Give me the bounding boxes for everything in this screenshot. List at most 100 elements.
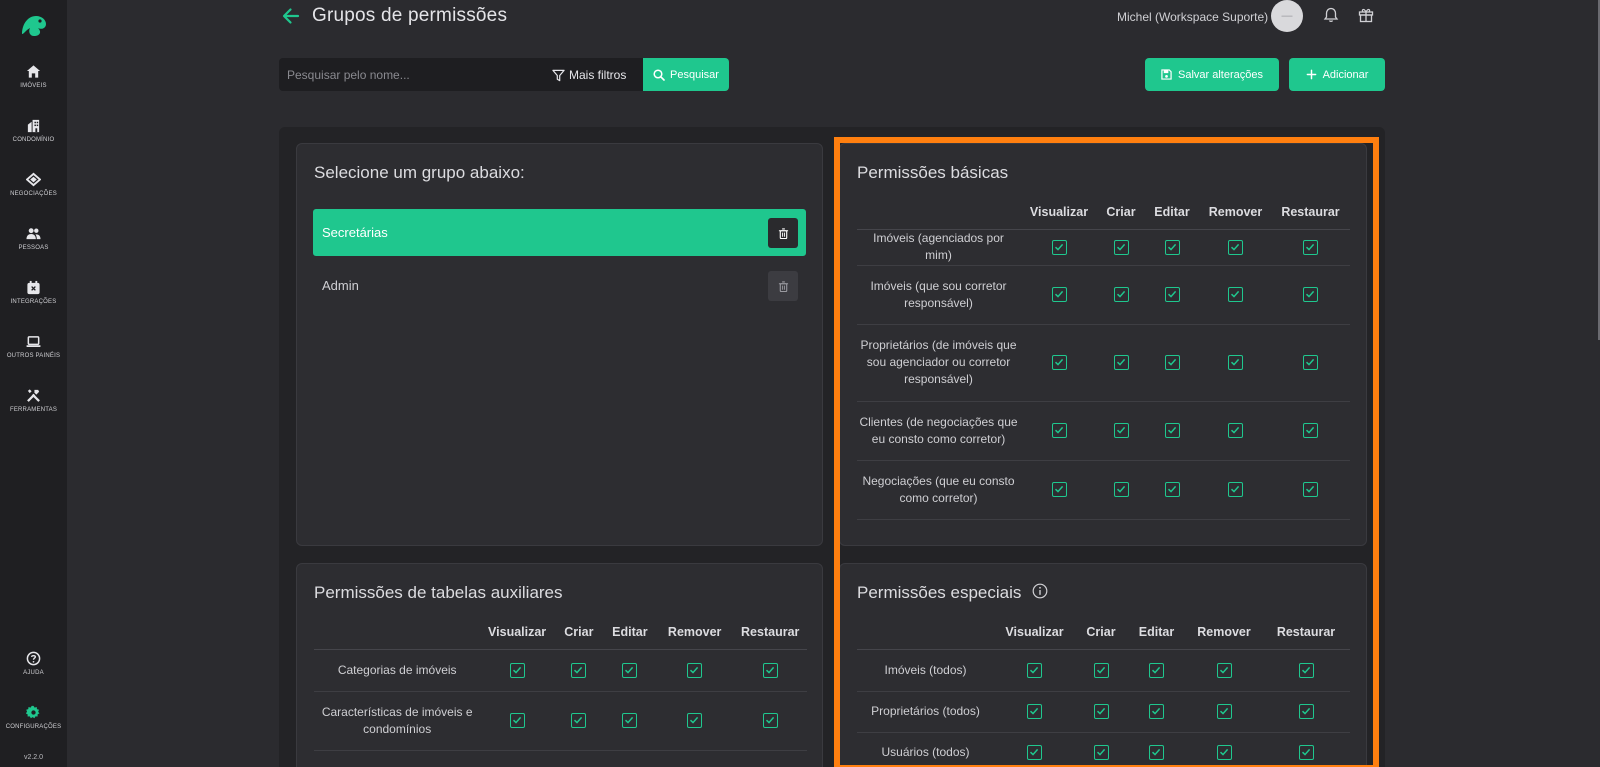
checkbox-restaurar[interactable] [762,713,778,729]
special-permissions-card: Permissões especiais Visualizar Criar Edit… [839,563,1367,767]
tools-icon [27,389,40,402]
permission-cell [1020,460,1098,520]
filter-icon [552,69,565,81]
sidebar-item-condominio[interactable]: CONDOMÍNIO [0,118,67,143]
checkbox-restaurar[interactable] [1298,704,1314,720]
more-filters-label: Mais filtros [569,68,627,82]
sidebar-item-ferramentas[interactable]: FERRAMENTAS [0,388,67,413]
checkbox-editar[interactable] [1149,704,1164,720]
checkbox-restaurar[interactable] [762,662,778,678]
checkbox-visualizar[interactable] [1027,662,1042,678]
checkbox-criar[interactable] [1113,482,1129,498]
group-item-secretarias[interactable]: Secretárias [313,209,806,256]
gift-icon[interactable] [1358,7,1374,23]
checkbox-editar[interactable] [1164,239,1180,255]
back-arrow-icon[interactable] [281,6,301,26]
sidebar-item-outros-paineis[interactable]: OUTROS PAINÉIS [0,334,67,359]
search-button-label: Pesquisar [670,68,719,81]
checkbox-remover[interactable] [687,713,703,729]
add-button[interactable]: Adicionar [1289,58,1385,91]
permission-cell [480,691,554,751]
check-icon [1305,359,1315,367]
search-button[interactable]: Pesquisar [643,58,729,91]
sidebar-item-integracoes[interactable]: INTEGRAÇÕES [0,280,67,305]
search-input[interactable] [287,58,537,91]
avatar[interactable]: — [1271,0,1303,32]
checkbox-remover[interactable] [687,662,703,678]
checkbox-restaurar[interactable] [1298,662,1314,678]
checkbox-editar[interactable] [1164,355,1180,371]
sidebar-item-configuracoes[interactable]: CONFIGURAÇÕES [0,705,67,730]
checkbox-restaurar[interactable] [1298,745,1314,761]
checkbox-remover[interactable] [1228,239,1243,255]
checkbox-criar[interactable] [571,713,587,729]
checkbox-remover[interactable] [1228,423,1243,439]
checkbox-remover[interactable] [1228,482,1243,498]
check-icon [1230,486,1240,494]
checkbox-criar[interactable] [1113,287,1129,303]
checkbox-visualizar[interactable] [1027,704,1042,720]
checkbox-editar[interactable] [1149,662,1164,678]
checkbox-criar[interactable] [1113,239,1129,255]
checkbox-criar[interactable] [1093,745,1109,761]
checkbox-restaurar[interactable] [1303,355,1318,371]
sidebar-item-ajuda[interactable]: AJUDA [0,651,67,676]
sidebar-item-imoveis[interactable]: IMÓVEIS [0,64,67,89]
checkbox-visualizar[interactable] [1051,423,1067,439]
user-name[interactable]: Michel (Workspace Suporte) [1117,10,1268,24]
add-label: Adicionar [1322,68,1369,81]
special-permissions-title-row: Permissões especiais [857,583,1048,603]
delete-group-button[interactable] [768,218,798,248]
column-header-criar: Criar [1075,616,1127,650]
more-filters-button[interactable]: Mais filtros [552,66,626,84]
sidebar-item-label: IMÓVEIS [20,83,47,89]
checkbox-remover[interactable] [1228,287,1243,303]
checkbox-editar[interactable] [1149,745,1164,761]
bell-icon[interactable] [1323,7,1339,23]
checkbox-editar[interactable] [1164,423,1180,439]
checkbox-visualizar[interactable] [1051,355,1067,371]
group-selection-card: Selecione um grupo abaixo: Secretárias A… [296,143,823,546]
checkbox-criar[interactable] [1093,704,1109,720]
checkbox-visualizar[interactable] [509,662,525,678]
group-item-admin[interactable]: Admin [313,262,806,309]
info-icon[interactable] [1032,583,1048,599]
checkbox-visualizar[interactable] [1051,482,1067,498]
permission-cell [1271,229,1350,266]
checkbox-criar[interactable] [1113,355,1129,371]
checkbox-criar[interactable] [1113,423,1129,439]
permission-row: Negociações (que eu consto como corretor… [857,460,1350,520]
checkbox-visualizar[interactable] [509,713,525,729]
check-icon [1029,666,1039,674]
sidebar-item-pessoas[interactable]: PESSOAS [0,226,67,251]
checkbox-restaurar[interactable] [1303,423,1318,439]
logo-icon[interactable] [18,10,50,38]
permission-row-label: Imóveis (todos) [857,649,994,692]
checkbox-remover[interactable] [1228,355,1243,371]
permission-cell [1127,732,1186,767]
checkbox-visualizar[interactable] [1027,745,1042,761]
checkbox-remover[interactable] [1216,704,1232,720]
permission-row-label: Usuários (todos) [857,732,994,767]
permission-row-label: Clientes (de negociações que eu consto c… [857,401,1020,461]
checkbox-restaurar[interactable] [1303,482,1318,498]
checkbox-visualizar[interactable] [1051,239,1067,255]
checkbox-restaurar[interactable] [1303,287,1318,303]
sidebar-item-negociacoes[interactable]: NEGOCIAÇÕES [0,172,67,197]
permission-cell [994,732,1075,767]
checkbox-remover[interactable] [1216,662,1232,678]
checkbox-restaurar[interactable] [1303,239,1318,255]
delete-group-button[interactable] [768,271,798,301]
checkbox-editar[interactable] [622,713,638,729]
check-icon [1054,486,1063,494]
checkbox-editar[interactable] [1164,287,1180,303]
checkbox-remover[interactable] [1216,745,1232,761]
save-changes-button[interactable]: Salvar alterações [1145,58,1279,91]
checkbox-visualizar[interactable] [1051,287,1067,303]
checkbox-criar[interactable] [1093,662,1109,678]
check-icon [1167,427,1176,435]
permission-cell [1098,229,1144,266]
checkbox-editar[interactable] [622,662,638,678]
checkbox-editar[interactable] [1164,482,1180,498]
checkbox-criar[interactable] [571,662,587,678]
